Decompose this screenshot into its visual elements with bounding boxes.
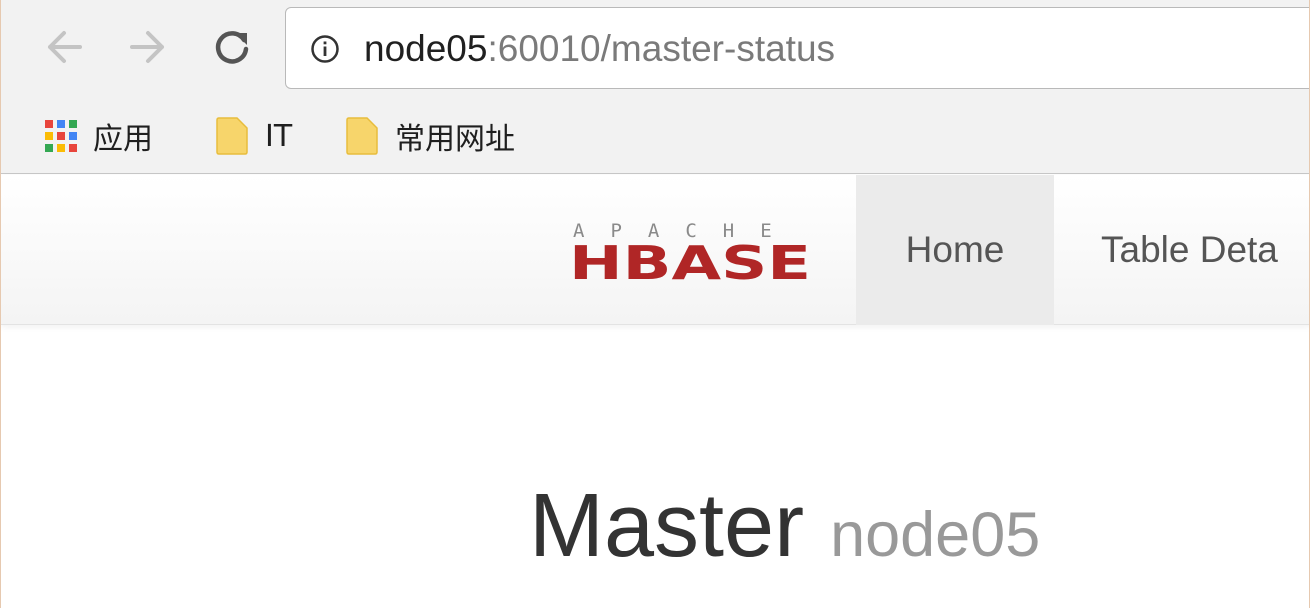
reload-icon [215, 31, 249, 64]
svg-text:HBASE: HBASE [569, 236, 811, 283]
folder-icon [345, 116, 379, 156]
bookmark-folder-it[interactable]: IT [215, 116, 292, 156]
bookmark-apps[interactable]: 应用 [45, 116, 153, 157]
forward-button[interactable] [123, 22, 173, 72]
page-title-host: node05 [830, 500, 1041, 570]
browser-toolbar: node05:60010/master-status [1, 0, 1309, 100]
nav-home[interactable]: Home [856, 175, 1054, 325]
page-title: Master node05 [529, 475, 1040, 578]
bookmark-apps-label: 应用 [93, 122, 153, 157]
url-host: node05 [364, 28, 488, 69]
nav-table-details[interactable]: Table Deta [1101, 175, 1278, 325]
hbase-navbar: APACHE HBASE Home Table Deta [1, 175, 1309, 325]
bookmark-folder-common-urls[interactable]: 常用网址 [345, 116, 515, 157]
reload-button[interactable] [207, 22, 257, 72]
url-path: :60010/master-status [487, 28, 836, 69]
back-button[interactable] [39, 22, 89, 72]
arrow-right-icon [130, 31, 164, 63]
bookmarks-bar: 应用 IT 常用网址 [1, 100, 1309, 174]
apps-grid-icon [45, 120, 77, 152]
arrow-left-icon [48, 31, 82, 63]
hbase-logo[interactable]: APACHE HBASE [569, 219, 813, 283]
browser-window: node05:60010/master-status 应用 IT 常用网址 AP… [0, 0, 1310, 608]
page-title-main: Master [529, 476, 805, 576]
folder-icon [215, 116, 249, 156]
address-url[interactable]: node05:60010/master-status [364, 28, 835, 70]
address-bar[interactable]: node05:60010/master-status [285, 7, 1309, 89]
info-icon[interactable] [310, 34, 340, 64]
hbase-page: APACHE HBASE Home Table Deta Master node0… [1, 175, 1309, 608]
bookmark-it-label: IT [265, 118, 293, 154]
bookmark-common-urls-label: 常用网址 [395, 122, 515, 157]
